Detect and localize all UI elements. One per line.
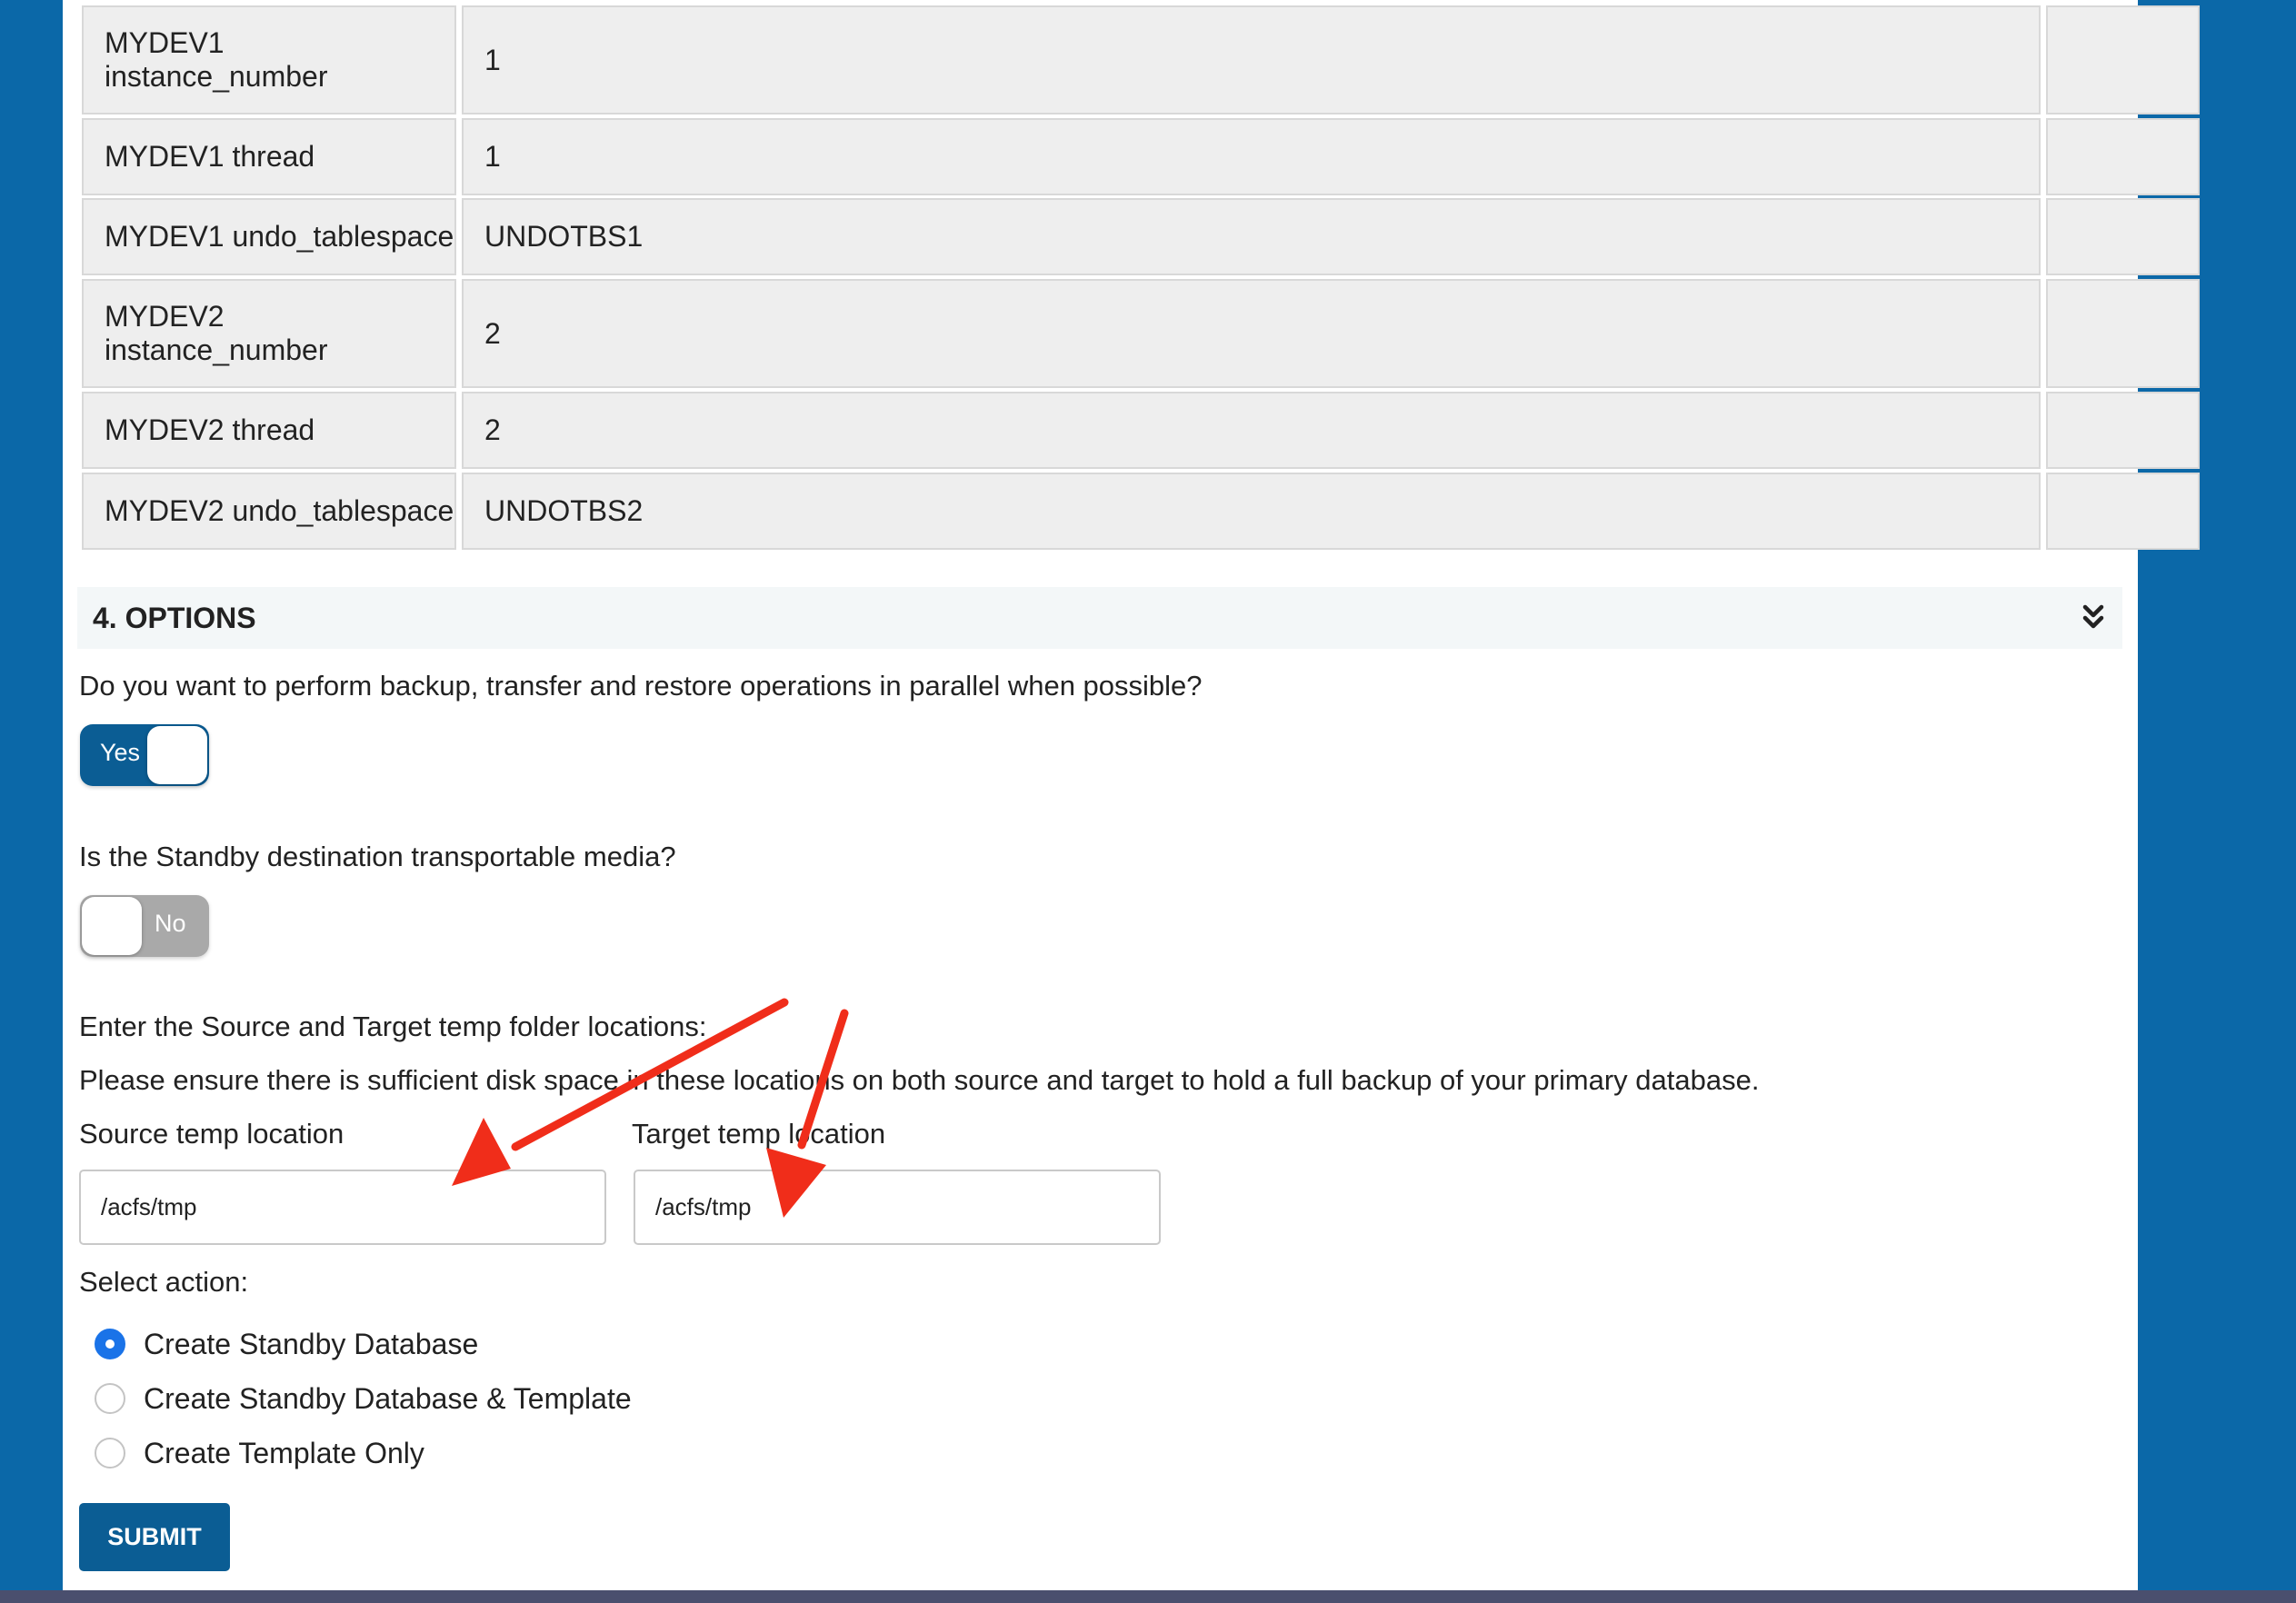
radio-create-standby-and-template[interactable]: Create Standby Database & Template [95,1379,632,1419]
radio-create-template-only[interactable]: Create Template Only [95,1433,424,1473]
param-value: 1 [484,43,501,76]
param-action-cell [2046,392,2200,469]
radio-create-standby[interactable]: Create Standby Database [95,1324,478,1364]
param-name: MYDEV1 undo_tablespace [105,220,454,253]
param-name-cell: MYDEV2 thread [82,392,456,469]
transportable-question: Is the Standby destination transportable… [79,841,676,872]
options-section-header[interactable]: 4. OPTIONS [77,587,2122,649]
param-value: 2 [484,413,501,446]
param-value: 2 [484,316,501,350]
toggle-knob[interactable] [82,897,142,955]
table-row: MYDEV1 instance_number 1 [82,5,2200,114]
param-name-cell: MYDEV2 instance_number [82,279,456,388]
radio-button[interactable] [95,1383,125,1414]
param-value-cell: 1 [462,118,2041,195]
param-value-cell: UNDOTBS1 [462,198,2041,275]
source-temp-label: Source temp location [79,1118,344,1150]
radio-button[interactable] [95,1438,125,1469]
param-value-cell: 2 [462,392,2041,469]
param-action-cell [2046,473,2200,550]
toggle-label: Yes [100,739,141,766]
param-value-cell: 2 [462,279,2041,388]
parallel-question: Do you want to perform backup, transfer … [79,670,1203,702]
param-action-cell [2046,118,2200,195]
table-row: MYDEV2 thread 2 [82,392,2200,469]
section-title: 4. OPTIONS [93,601,256,634]
window-bottom-bar [0,1590,2296,1603]
param-name: MYDEV2 thread [105,413,315,446]
param-action-cell [2046,279,2200,388]
parallel-toggle[interactable]: Yes [80,724,209,786]
param-value: UNDOTBS2 [484,494,644,527]
param-value-cell: 1 [462,5,2041,114]
temp-note: Please ensure there is sufficient disk s… [79,1064,1760,1096]
table-row: MYDEV1 thread 1 [82,118,2200,195]
toggle-label: No [155,910,186,937]
param-name: MYDEV2 instance_number [105,300,328,366]
param-value: 1 [484,140,501,173]
param-value: UNDOTBS1 [484,220,644,253]
radio-label: Create Standby Database & Template [144,1381,632,1415]
radio-button[interactable] [95,1329,125,1359]
target-temp-input[interactable] [634,1170,1161,1245]
param-name: MYDEV2 undo_tablespace [105,494,454,527]
param-name-cell: MYDEV2 undo_tablespace [82,473,456,550]
submit-button[interactable]: SUBMIT [79,1503,230,1571]
source-temp-input[interactable] [79,1170,606,1245]
table-row: MYDEV1 undo_tablespace UNDOTBS1 [82,198,2200,275]
toggle-knob[interactable] [147,726,207,784]
param-value-cell: UNDOTBS2 [462,473,2041,550]
param-name: MYDEV1 instance_number [105,26,328,93]
param-name-cell: MYDEV1 undo_tablespace [82,198,456,275]
param-action-cell [2046,5,2200,114]
param-name-cell: MYDEV1 instance_number [82,5,456,114]
param-action-cell [2046,198,2200,275]
radio-label: Create Template Only [144,1436,424,1469]
param-name: MYDEV1 thread [105,140,315,173]
radio-label: Create Standby Database [144,1327,479,1360]
table-row: MYDEV2 undo_tablespace UNDOTBS2 [82,473,2200,550]
target-temp-label: Target temp location [632,1118,886,1150]
temp-intro: Enter the Source and Target temp folder … [79,1011,707,1042]
table-row: MYDEV2 instance_number 2 [82,279,2200,388]
select-action-label: Select action: [79,1266,249,1298]
transportable-toggle[interactable]: No [80,895,209,957]
param-name-cell: MYDEV1 thread [82,118,456,195]
double-chevron-down-icon[interactable] [2075,600,2111,636]
